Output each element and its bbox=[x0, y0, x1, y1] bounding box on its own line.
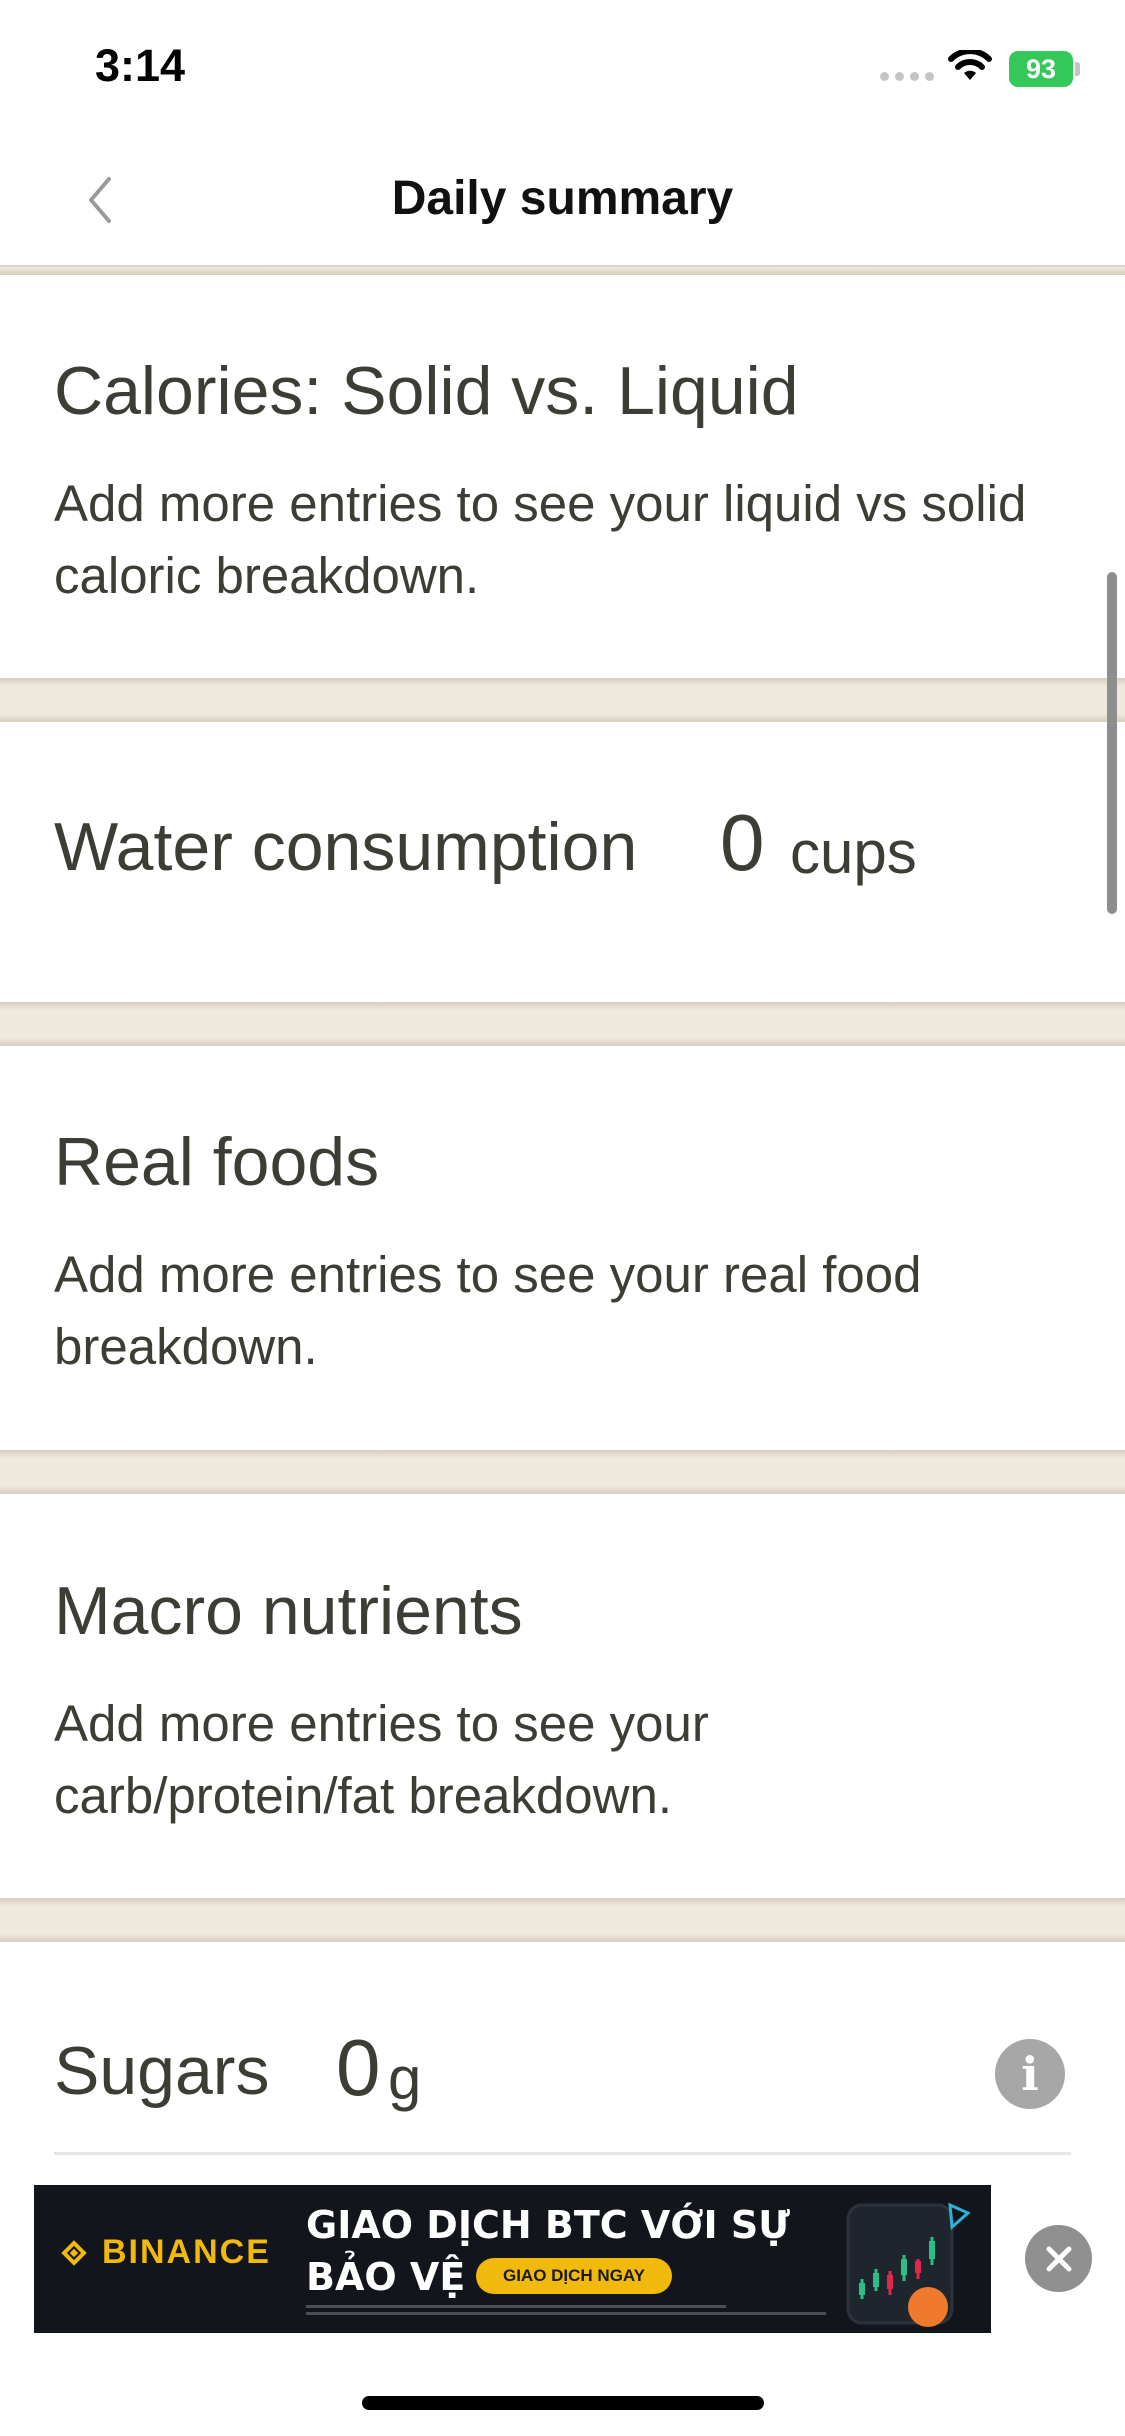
water-unit: cups bbox=[790, 819, 917, 886]
home-indicator[interactable] bbox=[362, 2396, 764, 2410]
sugars-divider bbox=[54, 2152, 1071, 2155]
ad-fineprint bbox=[306, 2305, 866, 2321]
info-glyph: i bbox=[1021, 2047, 1039, 2101]
status-time: 3:14 bbox=[95, 40, 186, 91]
section-divider bbox=[0, 678, 1125, 722]
ad-banner[interactable]: BINANCE GIAO DỊCH BTC VỚI SỰ BẢO VỆ GIAO… bbox=[34, 2185, 991, 2333]
macro-nutrients-title: Macro nutrients bbox=[54, 1573, 523, 1649]
wifi-icon bbox=[948, 48, 992, 89]
ad-cta-button[interactable]: GIAO DỊCH NGAY bbox=[476, 2258, 672, 2294]
binance-logo-icon bbox=[61, 2239, 87, 2266]
page-title: Daily summary bbox=[391, 172, 734, 225]
battery-tip bbox=[1075, 62, 1080, 76]
section-divider bbox=[0, 1002, 1125, 1046]
calories-title: Calories: Solid vs. Liquid bbox=[54, 353, 799, 429]
ad-brand-name: BINANCE bbox=[102, 2233, 271, 2271]
cellular-signal-icon bbox=[880, 72, 934, 81]
ad-brand: BINANCE bbox=[56, 2233, 271, 2272]
scroll-indicator[interactable] bbox=[1107, 572, 1117, 914]
sugars-label: Sugars bbox=[54, 2033, 270, 2109]
status-bar: 3:14 93 bbox=[0, 0, 1125, 135]
sugars-value: 0 bbox=[336, 2023, 381, 2112]
water-label: Water consumption bbox=[54, 809, 638, 885]
navigation-bar: Daily summary bbox=[0, 135, 1125, 265]
close-icon[interactable] bbox=[1025, 2225, 1092, 2292]
real-foods-description: Add more entries to see your real food b… bbox=[54, 1246, 922, 1375]
sugars-unit: g bbox=[388, 2045, 422, 2112]
info-icon[interactable]: i bbox=[995, 2039, 1065, 2109]
water-value: 0 bbox=[720, 798, 765, 887]
ad-visual bbox=[842, 2199, 972, 2327]
battery-icon: 93 bbox=[1009, 51, 1073, 87]
battery-level: 93 bbox=[1025, 53, 1057, 84]
real-foods-title: Real foods bbox=[54, 1124, 380, 1200]
section-divider bbox=[0, 1450, 1125, 1494]
macro-nutrients-description: Add more entries to see your carb/protei… bbox=[54, 1695, 709, 1824]
section-divider bbox=[0, 265, 1125, 275]
section-divider bbox=[0, 1898, 1125, 1942]
ad-headline-line1: GIAO DỊCH BTC VỚI SỰ bbox=[306, 2203, 790, 2247]
calories-description: Add more entries to see your liquid vs s… bbox=[54, 475, 1027, 604]
